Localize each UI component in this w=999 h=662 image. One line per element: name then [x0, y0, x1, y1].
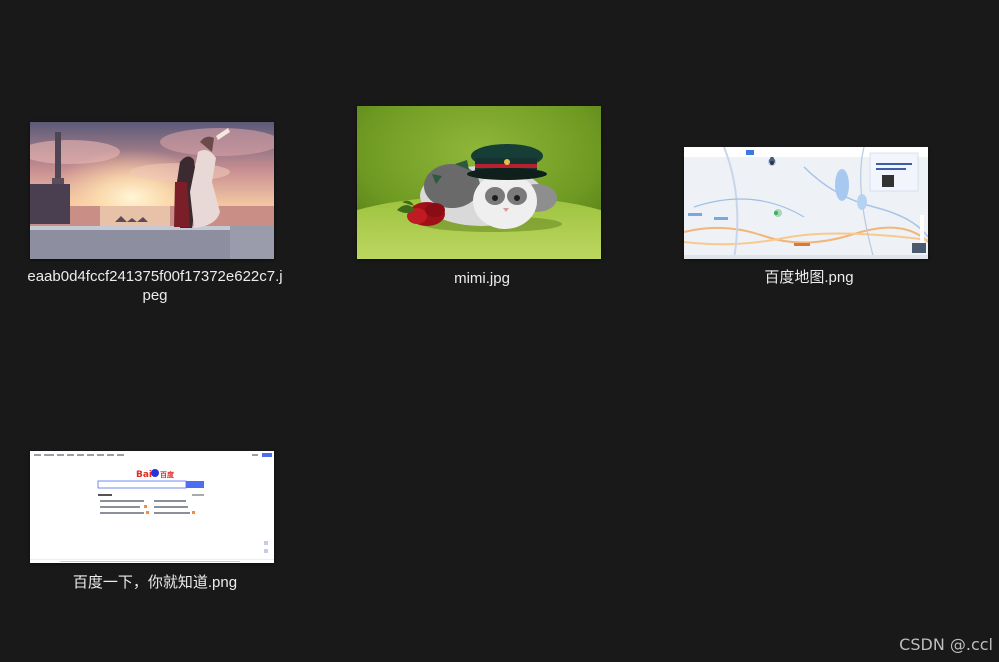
anime-sunset-thumbnail[interactable] — [30, 122, 274, 259]
baidu-logo-du: 百度 — [160, 470, 175, 479]
cat-with-cap-image — [357, 106, 601, 259]
file-name-label: 百度地图.png — [764, 269, 854, 286]
file-tile-eaab0d4f[interactable]: eaab0d4fccf241375f00f17372e622c7.jpeg — [25, 115, 285, 315]
file-name-label: 百度一下，你就知道.png — [72, 574, 238, 591]
file-grid: eaab0d4fccf241375f00f17372e622c7.jpeg mi… — [0, 0, 999, 662]
file-tile-mimi[interactable]: mimi.jpg — [352, 100, 612, 300]
csdn-watermark: CSDN @.ccl — [899, 635, 993, 654]
file-name-label: mimi.jpg — [454, 270, 510, 287]
search-page-screenshot-thumbnail[interactable]: Bai 百度 — [30, 451, 274, 563]
cat-with-cap-thumbnail[interactable] — [357, 106, 601, 259]
search-page-screenshot-image: Bai 百度 — [30, 451, 274, 563]
file-name-label: eaab0d4fccf241375f00f17372e622c7.jpeg — [27, 268, 283, 304]
file-tile-baidu-map[interactable]: 百度地图.png — [679, 140, 939, 300]
anime-sunset-image — [30, 122, 274, 259]
map-screenshot-image — [684, 147, 928, 259]
map-screenshot-thumbnail[interactable] — [684, 147, 928, 259]
baidu-logo-bai: Bai — [136, 470, 152, 480]
file-tile-baidu-search[interactable]: Bai 百度 百度一下，你就知道.png — [25, 445, 285, 605]
